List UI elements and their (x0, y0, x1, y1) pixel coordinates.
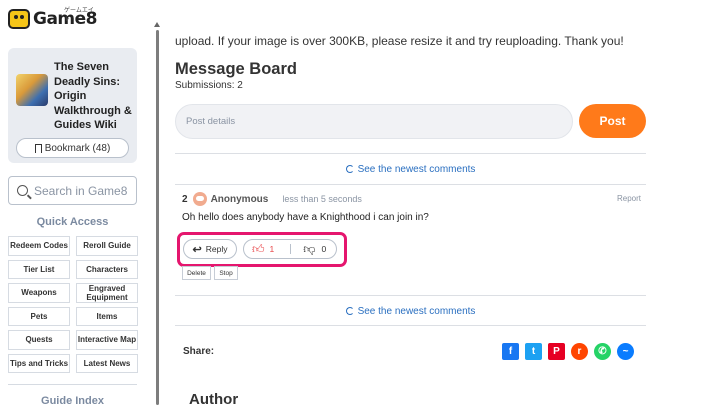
game-title: The Seven Deadly Sins: Origin Walkthroug… (54, 61, 132, 131)
quick-link-tier-list[interactable]: Tier List (8, 259, 70, 279)
messenger-icon[interactable]: ~ (617, 343, 634, 360)
share-label: Share: (183, 346, 215, 357)
comment-header: 2 Anonymous less than 5 seconds (182, 192, 362, 206)
game-card[interactable]: The Seven Deadly Sins: Origin Walkthroug… (8, 48, 137, 163)
reply-button[interactable]: ↩ Reply (183, 239, 237, 259)
quick-link-latest-news[interactable]: Latest News (76, 353, 138, 373)
search-placeholder: Search in Game8 (34, 183, 128, 198)
post-button[interactable]: Post (579, 104, 646, 138)
delete-button[interactable]: Delete (182, 266, 211, 280)
quick-link-reroll-guide[interactable]: Reroll Guide (76, 236, 138, 256)
upvote-count: 1 (269, 244, 275, 254)
quick-link-redeem-codes[interactable]: Redeem Codes (8, 236, 70, 256)
see-newest-comments-label: See the newest comments (357, 164, 476, 175)
comment-number: 2 (182, 193, 188, 205)
divider (175, 325, 646, 326)
reddit-icon[interactable]: r (571, 343, 588, 360)
pinterest-icon[interactable]: P (548, 343, 565, 360)
reply-label: Reply (205, 244, 228, 254)
bookmark-icon (34, 143, 42, 153)
see-newest-comments-link[interactable]: See the newest comments (175, 306, 646, 317)
upload-note: upload. If your image is over 300KB, ple… (175, 34, 624, 48)
quick-access-grid: Redeem Codes Reroll Guide Tier List Char… (8, 236, 138, 373)
quick-link-tips-and-tricks[interactable]: Tips and Tricks (8, 353, 70, 373)
quick-link-engraved-equipment[interactable]: Engraved Equipment (76, 283, 138, 303)
vote-separator (290, 244, 292, 254)
divider (175, 153, 646, 154)
quick-link-interactive-map[interactable]: Interactive Map (76, 330, 138, 350)
divider (175, 295, 646, 296)
post-details-input[interactable]: Post details (175, 104, 573, 139)
downvote-count: 0 (321, 244, 327, 254)
game-thumbnail (16, 74, 48, 106)
vote-box: 👍︎ 1 👎︎ 0 (243, 239, 337, 259)
divider (175, 184, 646, 185)
report-link[interactable]: Report (617, 194, 641, 203)
submissions-count: Submissions: 2 (175, 80, 243, 91)
message-board-title: Message Board (175, 60, 297, 78)
bookmark-button[interactable]: Bookmark (48) (16, 138, 129, 158)
avatar (192, 192, 207, 206)
thumbs-down-icon[interactable]: 👎︎ (303, 242, 315, 257)
whatsapp-icon[interactable]: ✆ (594, 343, 611, 360)
quick-link-weapons[interactable]: Weapons (8, 283, 70, 303)
refresh-icon (345, 307, 354, 315)
logo-subtext: ゲームエイト (64, 8, 94, 23)
author-heading: Author (189, 391, 239, 405)
guide-index-title: Guide Index (41, 395, 104, 405)
twitter-icon[interactable]: t (525, 343, 542, 360)
quick-access-title: Quick Access (36, 216, 109, 228)
game8-logo[interactable]: Game8 ゲームエイト (8, 8, 98, 30)
quick-link-pets[interactable]: Pets (8, 306, 70, 326)
post-details-placeholder: Post details (186, 116, 236, 127)
quick-link-items[interactable]: Items (76, 306, 138, 326)
refresh-icon (345, 165, 354, 173)
see-newest-comments-link[interactable]: See the newest comments (175, 164, 646, 175)
search-icon (17, 185, 28, 196)
main-content: upload. If your image is over 300KB, ple… (175, 0, 728, 405)
bookmark-label: Bookmark (48) (44, 142, 111, 154)
sidebar-scrollbar[interactable] (156, 30, 159, 405)
comment-author: Anonymous (210, 193, 269, 205)
comment-timestamp: less than 5 seconds (282, 194, 362, 204)
thumbs-up-icon[interactable]: 👍︎ (252, 242, 265, 257)
scroll-up-arrow-icon[interactable] (154, 22, 160, 27)
sidebar: Game8 ゲームエイト The Seven Deadly Sins: Orig… (0, 0, 150, 405)
game8-mascot-icon (8, 9, 30, 29)
share-icons: f t P r ✆ ~ (502, 343, 634, 360)
comment-body: Oh hello does anybody have a Knighthood … (182, 212, 429, 223)
reply-arrow-icon: ↩ (192, 243, 202, 256)
quick-link-quests[interactable]: Quests (8, 330, 70, 350)
facebook-icon[interactable]: f (502, 343, 519, 360)
sidebar-divider (8, 384, 137, 385)
stop-button[interactable]: Stop (214, 266, 238, 280)
search-input[interactable]: Search in Game8 (8, 176, 137, 205)
see-newest-comments-label: See the newest comments (357, 306, 476, 317)
quick-link-characters[interactable]: Characters (76, 259, 138, 279)
